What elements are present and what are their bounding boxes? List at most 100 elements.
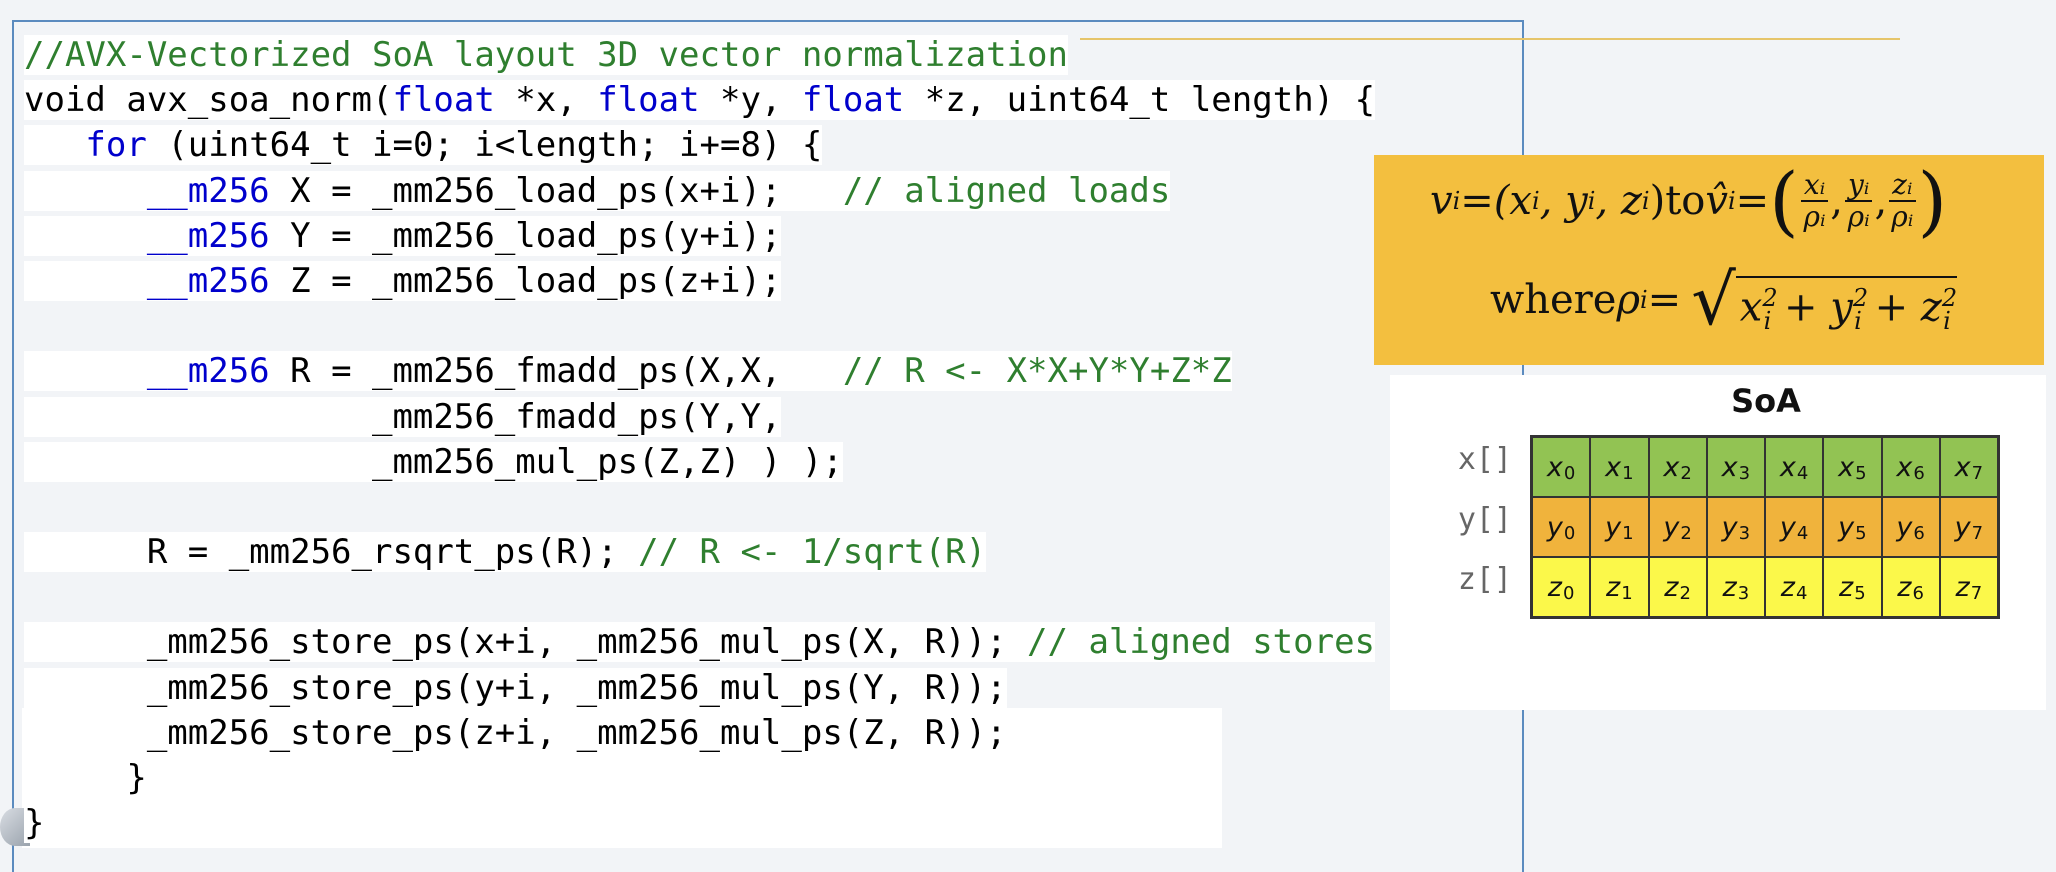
soa-cell-letter: y [1896, 511, 1913, 543]
soa-cell-index: 0 [1563, 522, 1576, 544]
soa-cell-letter: x [1954, 451, 1971, 483]
soa-cell: x7 [1939, 437, 1998, 497]
soa-table: x0x1x2x3x4x5x6x7y0y1y2y3y4y5y6y7z0z1z2z3… [1530, 435, 2000, 619]
soa-cell-letter: y [1838, 511, 1855, 543]
soa-cell-index: 5 [1854, 582, 1866, 604]
formula-eq: = [1647, 277, 1682, 323]
code-token: // aligned loads [842, 170, 1171, 211]
soa-cell: z2 [1648, 557, 1707, 617]
soa-cell-index: 2 [1680, 522, 1692, 544]
soa-cell: x1 [1590, 437, 1649, 497]
formula-v: v [1430, 178, 1453, 224]
code-token: float [392, 80, 495, 121]
soa-cell-index: 3 [1738, 522, 1751, 544]
code-token: } [24, 803, 45, 844]
fraction-den: ρᵢ [1891, 200, 1914, 233]
soa-cell-index: 3 [1737, 582, 1750, 604]
soa-cell-letter: z [1722, 571, 1737, 603]
formula-vhat: v̂ [1705, 178, 1728, 224]
soa-cell-index: 0 [1563, 462, 1576, 484]
soa-cell-letter: z [1606, 571, 1621, 603]
code-line: _mm256_store_ps(x+i, _mm256_mul_ps(X, R)… [24, 620, 1376, 665]
formula-sub: i [1763, 307, 1772, 335]
soa-cell-index: 3 [1738, 462, 1751, 484]
code-token: // aligned stores [1027, 622, 1376, 663]
formula-z: , z [1595, 178, 1642, 224]
code-token [24, 215, 147, 256]
code-token: //AVX-Vectorized SoA layout 3D vector no… [24, 35, 1068, 75]
soa-cell: y1 [1590, 497, 1649, 557]
code-token: _mm256_store_ps(x+i, _mm256_mul_ps(X, R)… [24, 622, 1028, 663]
soa-cell: y0 [1532, 497, 1591, 557]
code-line: __m256 Z = _mm256_load_ps(z+i); [24, 259, 1375, 304]
formula-paren-open: ( [1769, 156, 1799, 245]
soa-cell-letter: y [1954, 511, 1971, 543]
soa-cell-index: 7 [1971, 462, 1984, 484]
code-token: R = _mm256_fmadd_ps(X,X, [269, 351, 843, 392]
soa-cell-index: 6 [1913, 522, 1925, 544]
soa-cell: x3 [1706, 437, 1765, 497]
soa-cell-letter: x [1838, 451, 1855, 483]
formula-paren-close: ) [1917, 156, 1948, 245]
fraction-num: yᵢ [1844, 170, 1873, 202]
code-line: for (uint64_t i=0; i<length; i+=8) { [24, 123, 1375, 168]
formula-y: , y [1539, 178, 1588, 224]
soa-cell-letter: x [1605, 451, 1622, 483]
code-token: float [597, 80, 700, 121]
fraction-z: zᵢ ρᵢ [1889, 170, 1916, 233]
soa-cell-letter: x [1779, 451, 1796, 483]
code-line: __m256 R = _mm256_fmadd_ps(X,X, // R <- … [24, 349, 1375, 394]
code-token: Y = _mm256_load_ps(y+i); [269, 215, 782, 256]
code-line: } [24, 756, 1375, 801]
soa-cell-letter: x [1896, 451, 1913, 483]
soa-cell-index: 4 [1796, 522, 1809, 544]
code-line: __m256 Y = _mm256_load_ps(y+i); [24, 214, 1375, 259]
formula-line-definition: vi = (x i , yi , zi ) to v̂ i = ( xᵢ ρᵢ , y… [1430, 163, 1947, 239]
soa-cell: z7 [1939, 557, 1998, 617]
soa-cell-index: 5 [1855, 462, 1867, 484]
code-token: } [24, 758, 147, 798]
soa-cell-letter: z [1664, 571, 1679, 603]
code-token: // R <- 1/sqrt(R) [638, 532, 987, 573]
soa-cell: z4 [1765, 557, 1824, 617]
formula-to: to [1665, 178, 1706, 224]
soa-cell-index: 5 [1855, 522, 1867, 544]
code-token: __m256 [146, 351, 270, 392]
code-line: void avx_soa_norm(float *x, float *y, fl… [24, 78, 1376, 123]
code-token: _mm256_store_ps(z+i, _mm256_mul_ps(Z, R)… [24, 712, 1007, 753]
soa-cell-letter: y [1546, 511, 1563, 543]
code-token: __m256 [146, 215, 270, 256]
soa-cell-letter: y [1605, 511, 1622, 543]
code-token: float [801, 80, 905, 121]
code-token: *x, [494, 80, 598, 121]
soa-cell: z3 [1706, 557, 1765, 617]
soa-cell-letter: z [1780, 571, 1795, 603]
code-line: _mm256_fmadd_ps(Y,Y, [24, 395, 1375, 440]
soa-cell: x4 [1765, 437, 1824, 497]
soa-cell-index: 4 [1796, 462, 1809, 484]
square-root: √ x2i + y2i + z2i [1691, 265, 1957, 335]
soa-row-label: z[] [1457, 562, 1512, 597]
formula-sep: , [1830, 178, 1843, 224]
soa-cell: x5 [1823, 437, 1882, 497]
soa-cell-index: 6 [1912, 582, 1924, 604]
soa-cell: y2 [1648, 497, 1707, 557]
soa-cell-index: 1 [1621, 582, 1633, 604]
soa-cell: x0 [1532, 437, 1591, 497]
code-token: *z, uint64_t length) { [904, 80, 1376, 121]
formula-sep: , [1874, 178, 1888, 224]
formula-sub: i [1587, 187, 1596, 215]
soa-cell: y4 [1765, 497, 1824, 557]
fraction-y: yᵢ ρᵢ [1844, 170, 1873, 232]
normalization-formula: vi = (x i , yi , zi ) to v̂ i = ( xᵢ ρᵢ , y… [1374, 155, 2044, 365]
formula-z: + z [1874, 284, 1942, 330]
soa-cell: z0 [1532, 557, 1591, 617]
formula-sub: i [1639, 286, 1648, 314]
soa-cell: y7 [1939, 497, 1998, 557]
code-token: _mm256_fmadd_ps(Y,Y, [24, 396, 782, 437]
formula-x: (x [1493, 178, 1532, 224]
code-block: //AVX-Vectorized SoA layout 3D vector no… [24, 33, 1376, 846]
